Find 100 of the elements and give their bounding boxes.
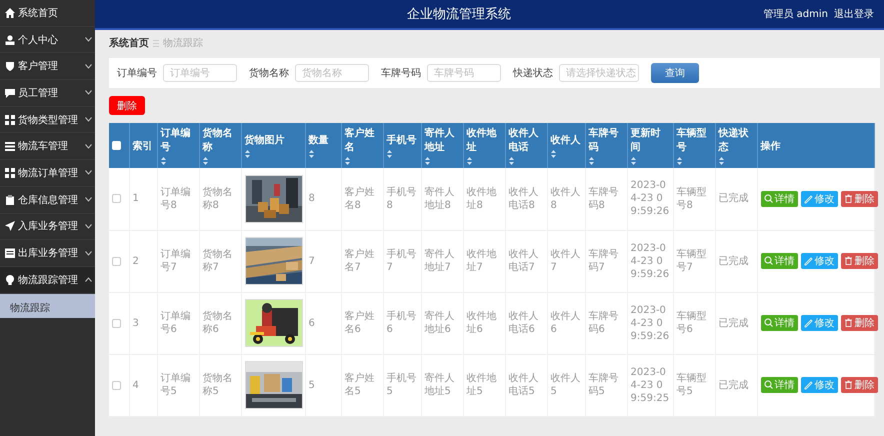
- sort-icon[interactable]: [424, 157, 430, 165]
- user-icon: [5, 34, 15, 45]
- sort-icon[interactable]: [588, 157, 594, 165]
- lightbulb-icon: [5, 274, 15, 285]
- send-icon: [5, 221, 15, 232]
- sort-icon[interactable]: [202, 157, 208, 165]
- sort-icon[interactable]: [308, 150, 314, 158]
- table-cell: 车辆型号7: [673, 230, 715, 292]
- sort-icon[interactable]: [244, 150, 250, 158]
- sort-icon[interactable]: [676, 157, 682, 165]
- table-cell: 货物名称8: [199, 168, 241, 230]
- list-icon: [5, 141, 15, 152]
- column-header[interactable]: 更新时间: [627, 123, 673, 168]
- table-cell: 收件地址7: [463, 230, 505, 292]
- delete-button[interactable]: 删除: [840, 190, 878, 207]
- trash-icon: [844, 318, 852, 328]
- shield-icon: [5, 61, 15, 72]
- table-cell: 收件人电话7: [505, 230, 547, 292]
- field-label: 订单编号: [117, 66, 157, 80]
- search-icon: [764, 318, 772, 328]
- edit-button[interactable]: 修改: [800, 190, 838, 207]
- search-icon: [764, 194, 772, 204]
- search-icon: [764, 380, 772, 390]
- table-cell: 货物名称5: [199, 354, 241, 416]
- sort-icon[interactable]: [508, 157, 514, 165]
- column-header[interactable]: 收件人: [547, 123, 585, 168]
- table-cell: 2023-04-23 09:59:26: [627, 292, 673, 354]
- pencil-icon: [804, 318, 812, 328]
- column-header[interactable]: 数量: [305, 123, 341, 168]
- column-header[interactable]: 手机号: [383, 123, 421, 168]
- table-cell: 货物名称6: [199, 292, 241, 354]
- logout-link[interactable]: 退出登录: [834, 7, 874, 21]
- message-icon: [5, 88, 15, 98]
- breadcrumb-item[interactable]: 系统首页: [109, 36, 149, 50]
- table-cell: 1: [129, 168, 157, 230]
- home-icon: [5, 8, 15, 18]
- table-cell: 2023-04-23 09:59:26: [627, 230, 673, 292]
- table-cell: 2023-04-23 09:59:26: [627, 168, 673, 230]
- table-cell: 客户姓名6: [341, 292, 383, 354]
- column-header[interactable]: 车牌号码: [585, 123, 627, 168]
- column-header[interactable]: 货物名称: [199, 123, 241, 168]
- column-header[interactable]: 寄件人地址: [421, 123, 463, 168]
- checkbox[interactable]: [112, 194, 121, 204]
- table-cell: 6: [305, 292, 341, 354]
- edit-button[interactable]: 修改: [800, 253, 838, 269]
- checkbox[interactable]: [112, 318, 121, 328]
- table-cell: 车牌号码6: [585, 292, 627, 354]
- column-header[interactable]: 收件地址: [463, 123, 505, 168]
- table-cell: 2: [129, 230, 157, 292]
- trash-icon: [844, 194, 852, 204]
- column-header[interactable]: 快递状态: [715, 123, 757, 168]
- table-cell: 8: [305, 168, 341, 230]
- table-cell: 已完成: [715, 230, 757, 292]
- delete-button[interactable]: 删除: [109, 96, 145, 115]
- sort-icon[interactable]: [466, 157, 472, 165]
- search-button[interactable]: 查询: [651, 63, 699, 83]
- table-cell: 已完成: [715, 354, 757, 416]
- column-header[interactable]: 订单编号: [157, 123, 199, 168]
- sort-icon[interactable]: [160, 157, 166, 165]
- sort-icon[interactable]: [550, 150, 556, 158]
- sort-icon[interactable]: [630, 157, 636, 165]
- edit-button[interactable]: 修改: [800, 377, 838, 393]
- checkbox[interactable]: [112, 380, 121, 390]
- column-header[interactable]: 货物图片: [241, 123, 305, 168]
- field-label: 快递状态: [513, 66, 553, 80]
- table-cell: 手机号7: [383, 230, 421, 292]
- delete-button[interactable]: 删除: [840, 377, 878, 393]
- column-header[interactable]: 索引: [129, 123, 157, 168]
- table-cell: 寄件人地址5: [421, 354, 463, 416]
- table-cell: 车辆型号8: [673, 168, 715, 230]
- table-cell: 客户姓名8: [341, 168, 383, 230]
- sidebar-subitem[interactable]: 物流跟踪: [0, 294, 95, 318]
- delete-button[interactable]: 删除: [840, 253, 878, 269]
- edit-button[interactable]: 修改: [800, 315, 838, 331]
- detail-button[interactable]: 详情: [760, 377, 798, 393]
- table-cell: 车牌号码7: [585, 230, 627, 292]
- field-label: 车牌号码: [381, 66, 421, 80]
- detail-button[interactable]: 详情: [760, 315, 798, 331]
- column-header[interactable]: 车辆型号: [673, 123, 715, 168]
- table-cell: 2023-04-23 09:59:25: [627, 354, 673, 416]
- table-cell: 手机号6: [383, 292, 421, 354]
- sort-icon[interactable]: [344, 157, 350, 165]
- table-cell: 车辆型号6: [673, 292, 715, 354]
- column-header[interactable]: 客户姓名: [341, 123, 383, 168]
- sort-icon[interactable]: [386, 150, 392, 158]
- pencil-icon: [804, 380, 812, 390]
- table-cell: 手机号8: [383, 168, 421, 230]
- detail-button[interactable]: 详情: [760, 253, 798, 269]
- checkbox[interactable]: [112, 256, 121, 266]
- column-header[interactable]: 收件人电话: [505, 123, 547, 168]
- calendar-icon: [5, 248, 15, 258]
- clipboard-icon: [5, 194, 15, 205]
- table-cell: 寄件人地址8: [421, 168, 463, 230]
- table-cell: 订单编号5: [157, 354, 199, 416]
- delete-button[interactable]: 删除: [840, 315, 878, 331]
- table-cell: 货物名称7: [199, 230, 241, 292]
- detail-button[interactable]: 详情: [760, 190, 798, 207]
- sort-icon[interactable]: [718, 157, 724, 165]
- column-header[interactable]: 操作: [757, 123, 874, 168]
- table-cell: 3: [129, 292, 157, 354]
